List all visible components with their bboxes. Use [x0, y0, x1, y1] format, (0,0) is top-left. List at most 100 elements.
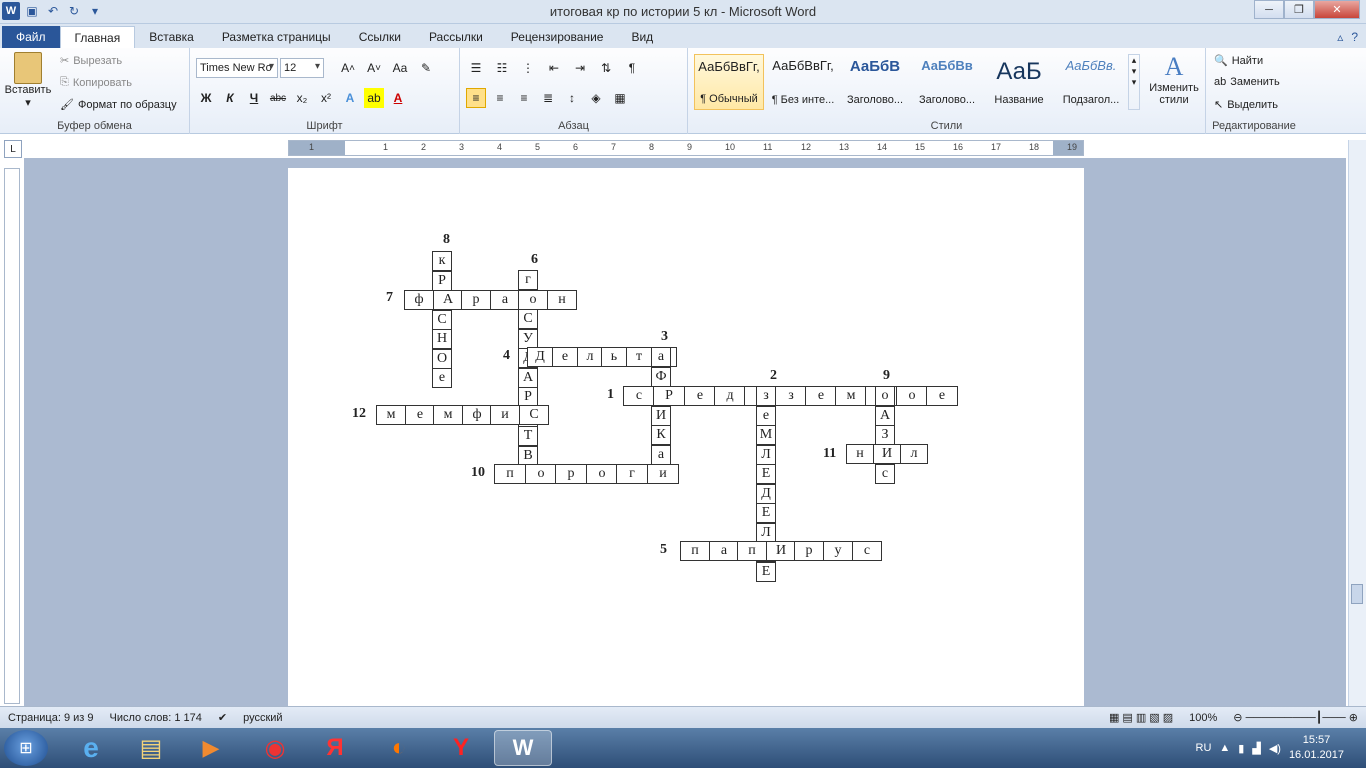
crossword-cell: л	[900, 444, 928, 464]
numbering-icon[interactable]: ☷	[492, 58, 512, 78]
change-styles-button[interactable]: A Изменить стили	[1144, 52, 1204, 106]
paste-button[interactable]: Вставить ▾	[4, 52, 52, 109]
format-painter-button[interactable]: 🖌 Формат по образцу	[60, 98, 177, 112]
view-buttons[interactable]: ▦ ▤ ▥ ▧ ▨	[1101, 711, 1181, 724]
shading-icon[interactable]: ◈	[586, 88, 606, 108]
crossword-number: 6	[531, 252, 538, 267]
crossword-cell: н	[547, 290, 577, 310]
italic-button[interactable]: К	[220, 88, 240, 108]
text-effects-icon[interactable]: A	[340, 88, 360, 108]
crossword-cell: з	[756, 386, 776, 406]
scroll-thumb[interactable]	[1351, 584, 1363, 604]
crossword-cell: Д	[756, 484, 776, 504]
strikethrough-button[interactable]: abc	[268, 88, 288, 108]
start-button[interactable]: ⊞	[4, 730, 48, 766]
close-button[interactable]: ✕	[1314, 0, 1360, 19]
sort-icon[interactable]: ⇅	[596, 58, 616, 78]
shrink-font-icon[interactable]: A ˅	[364, 58, 384, 78]
vertical-scrollbar[interactable]	[1348, 140, 1366, 706]
media-player-icon[interactable]: ▶	[182, 730, 240, 766]
subscript-button[interactable]: x₂	[292, 88, 312, 108]
style-sample: АаБбВвГг,	[772, 58, 834, 73]
clear-format-icon[interactable]: ✎	[416, 58, 436, 78]
word-taskbar-icon[interactable]: W	[494, 730, 552, 766]
bullets-icon[interactable]: ☰	[466, 58, 486, 78]
word-count[interactable]: Число слов: 1 174	[102, 712, 210, 724]
style-title[interactable]: АаБ Название	[984, 54, 1054, 110]
yandex-browser-icon[interactable]: Y	[432, 730, 490, 766]
power-icon[interactable]: ▮	[1238, 742, 1244, 755]
style-normal[interactable]: АаБбВвГг, ¶ Обычный	[694, 54, 764, 110]
tab-home[interactable]: Главная	[59, 26, 136, 48]
tab-view[interactable]: Вид	[617, 26, 667, 48]
zoom-slider[interactable]: ⊖ ─────────┃─── ⊕	[1225, 711, 1366, 724]
tab-mailings[interactable]: Рассылки	[415, 26, 497, 48]
document-page[interactable]: кРАСНОегоСУДАРСТВфАраонДельтааФРИКасРеди…	[288, 168, 1084, 708]
replace-icon: ab	[1214, 76, 1227, 88]
tab-page-layout[interactable]: Разметка страницы	[208, 26, 345, 48]
underline-button[interactable]: Ч	[244, 88, 264, 108]
help-icon[interactable]: ?	[1351, 30, 1358, 44]
minimize-button[interactable]: ─	[1254, 0, 1284, 19]
crossword-cell: С	[519, 405, 549, 425]
select-button[interactable]: ↖ Выделить	[1214, 98, 1278, 112]
tab-review[interactable]: Рецензирование	[497, 26, 618, 48]
language[interactable]: русский	[235, 712, 290, 724]
justify-icon[interactable]: ≣	[538, 88, 558, 108]
decrease-indent-icon[interactable]: ⇤	[544, 58, 564, 78]
style-subtitle[interactable]: АаБбВв. Подзагол...	[1056, 54, 1126, 110]
cut-button[interactable]: ✂ Вырезать	[60, 54, 122, 68]
tab-selector[interactable]: L	[4, 140, 22, 158]
grow-font-icon[interactable]: A ˄	[338, 58, 358, 78]
increase-indent-icon[interactable]: ⇥	[570, 58, 590, 78]
paste-icon	[14, 52, 42, 84]
crossword-number: 8	[443, 232, 450, 247]
clock[interactable]: 15:57 16.01.2017	[1289, 733, 1344, 763]
title-bar: W ▣ ↶ ↻ ▾ итоговая кр по истории 5 кл - …	[0, 0, 1366, 24]
bold-button[interactable]: Ж	[196, 88, 216, 108]
crossword-cell: а	[490, 290, 520, 310]
crossword-cell: А	[875, 406, 895, 426]
style-no-spacing[interactable]: АаБбВвГг, ¶ Без инте...	[768, 54, 838, 110]
yandex-icon[interactable]: Я	[306, 730, 364, 766]
page-count[interactable]: Страница: 9 из 9	[0, 712, 102, 724]
volume-icon[interactable]: ◀)	[1269, 742, 1281, 755]
style-heading1[interactable]: АаБбВ Заголово...	[840, 54, 910, 110]
ribbon-tabs: Файл Главная Вставка Разметка страницы С…	[0, 24, 1366, 48]
input-language[interactable]: RU	[1196, 742, 1212, 754]
borders-icon[interactable]: ▦	[610, 88, 630, 108]
firefox-icon[interactable]: ◐	[370, 730, 428, 766]
line-spacing-icon[interactable]: ↕	[562, 88, 582, 108]
minimize-ribbon-icon[interactable]: ▵	[1337, 30, 1343, 44]
copy-button[interactable]: ⎘ Копировать	[60, 76, 132, 89]
change-case-icon[interactable]: Aa	[390, 58, 410, 78]
font-size-select[interactable]: 12	[280, 58, 324, 78]
superscript-button[interactable]: x²	[316, 88, 336, 108]
highlight-icon[interactable]: ab	[364, 88, 384, 108]
maximize-button[interactable]: ❐	[1284, 0, 1314, 19]
pilcrow-icon[interactable]: ¶	[622, 58, 642, 78]
network-icon[interactable]: ▟	[1252, 742, 1260, 755]
font-family-select[interactable]: Times New Ro	[196, 58, 278, 78]
font-color-icon[interactable]: A	[388, 88, 408, 108]
explorer-icon[interactable]: ▤	[122, 730, 180, 766]
tab-file[interactable]: Файл	[2, 26, 60, 48]
zoom-level[interactable]: 100%	[1181, 712, 1225, 724]
tab-references[interactable]: Ссылки	[345, 26, 415, 48]
styles-scroll[interactable]: ▴ ▾ ▾	[1128, 54, 1140, 110]
tray-arrow-icon[interactable]: ▲	[1219, 742, 1230, 754]
align-left-icon[interactable]: ≡	[466, 88, 486, 108]
multilevel-list-icon[interactable]: ⋮	[518, 58, 538, 78]
find-label: Найти	[1231, 54, 1264, 67]
replace-button[interactable]: ab Заменить	[1214, 76, 1280, 88]
align-right-icon[interactable]: ≡	[514, 88, 534, 108]
style-heading2[interactable]: АаБбВв Заголово...	[912, 54, 982, 110]
tab-insert[interactable]: Вставка	[135, 26, 208, 48]
chrome-icon[interactable]: ◉	[246, 730, 304, 766]
vertical-ruler[interactable]	[4, 168, 20, 704]
align-center-icon[interactable]: ≡	[490, 88, 510, 108]
ie-icon[interactable]: e	[62, 730, 120, 766]
find-button[interactable]: 🔍 Найти	[1214, 54, 1264, 68]
proofing-icon[interactable]: ✔	[210, 711, 235, 724]
horizontal-ruler[interactable]: 1 1 2 3 4 5 6 7 8 9 10 11 12 13 14 15 16 17 18 19	[288, 140, 1084, 156]
